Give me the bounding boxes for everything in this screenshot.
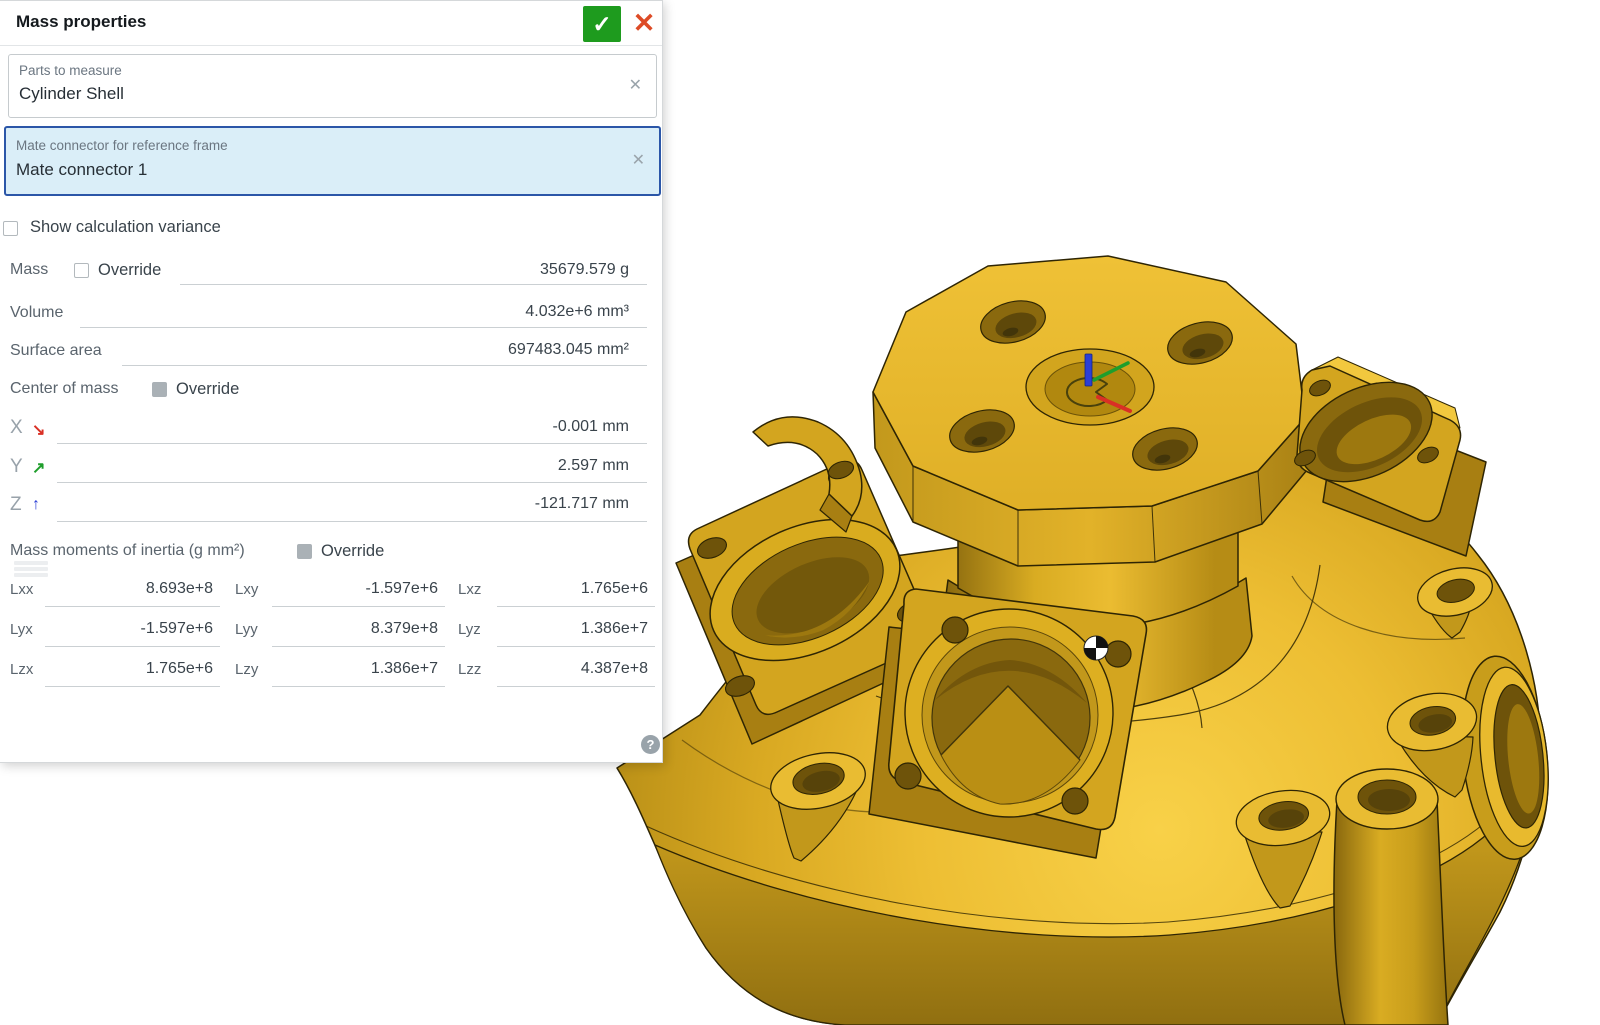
volume-value: 4.032e+6 mm³: [80, 303, 629, 321]
x-value: -0.001 mm: [57, 418, 629, 436]
com-override-label: Override: [176, 380, 239, 399]
com-override-checkbox: [152, 382, 167, 397]
mass-override-checkbox[interactable]: [74, 263, 89, 278]
lzx-label: Lzx: [10, 661, 33, 678]
dialog-header: Mass properties ✓ ✕: [0, 1, 662, 46]
top-plate[interactable]: [873, 256, 1307, 566]
clear-mate-icon[interactable]: ✕: [632, 150, 645, 170]
accept-button[interactable]: ✓: [583, 6, 621, 42]
z-axis-label: Z: [10, 494, 22, 516]
dialog-title: Mass properties: [16, 12, 146, 32]
part-cylinder-shell[interactable]: [617, 256, 1557, 1025]
surface-area-value: 697483.045 mm²: [122, 341, 629, 359]
show-variance-checkbox[interactable]: [3, 221, 18, 236]
lyz-label: Lyz: [458, 621, 481, 638]
lxy-label: Lxy: [235, 581, 258, 598]
lyx-value: -1.597e+6: [45, 620, 213, 638]
z-axis-arrow-icon: ↑: [32, 496, 40, 514]
inertia-override-label: Override: [321, 542, 384, 561]
y-axis-arrow-icon: ↗: [32, 458, 45, 478]
y-value: 2.597 mm: [57, 457, 629, 475]
checkmark-icon: ✓: [592, 11, 611, 37]
mass-properties-dialog: Mass properties ✓ ✕ Parts to measure Cyl…: [0, 0, 663, 763]
lzz-value: 4.387e+8: [497, 660, 648, 678]
lxx-value: 8.693e+8: [45, 580, 213, 598]
pipe-lug[interactable]: [1334, 769, 1448, 1025]
lxz-value: 1.765e+6: [497, 580, 648, 598]
inertia-override-checkbox: [297, 544, 312, 559]
y-axis-label: Y: [10, 456, 23, 478]
center-of-mass-marker: [1084, 636, 1108, 660]
mass-value: 35679.579 g: [180, 261, 629, 279]
mate-field-label: Mate connector for reference frame: [16, 138, 228, 153]
flange-front[interactable]: [869, 589, 1146, 858]
parts-field-label: Parts to measure: [19, 63, 122, 78]
x-axis-arrow-icon: ↘: [32, 420, 45, 440]
triad-z-axis: [1085, 354, 1092, 386]
parts-to-measure-field[interactable]: Parts to measure Cylinder Shell ✕: [8, 54, 657, 118]
mass-override-label: Override: [98, 261, 161, 280]
lzy-value: 1.386e+7: [272, 660, 438, 678]
z-value: -121.717 mm: [57, 495, 629, 513]
app-window: Mass properties ✓ ✕ Parts to measure Cyl…: [0, 0, 1600, 1025]
lzy-label: Lzy: [235, 661, 258, 678]
lxx-label: Lxx: [10, 581, 33, 598]
mate-field-value[interactable]: Mate connector 1: [16, 160, 147, 180]
lxy-value: -1.597e+6: [272, 580, 438, 598]
lyy-label: Lyy: [235, 621, 258, 638]
close-button[interactable]: ✕: [628, 7, 660, 39]
volume-label: Volume: [10, 304, 63, 322]
mass-label: Mass: [10, 261, 48, 279]
show-variance-label: Show calculation variance: [30, 218, 221, 237]
mate-connector-field[interactable]: Mate connector for reference frame Mate …: [4, 126, 661, 196]
lzz-label: Lzz: [458, 661, 481, 678]
help-icon[interactable]: ?: [641, 735, 660, 754]
surface-area-label: Surface area: [10, 342, 102, 360]
close-icon: ✕: [633, 8, 656, 38]
lyz-value: 1.386e+7: [497, 620, 648, 638]
inertia-label: Mass moments of inertia (g mm²): [10, 542, 245, 560]
x-axis-label: X: [10, 417, 23, 439]
parts-field-value[interactable]: Cylinder Shell: [19, 84, 124, 104]
center-of-mass-label: Center of mass: [10, 380, 118, 398]
clear-parts-icon[interactable]: ✕: [629, 75, 642, 95]
mass-underline: [180, 284, 647, 285]
lyx-label: Lyx: [10, 621, 33, 638]
lyy-value: 8.379e+8: [272, 620, 438, 638]
lxz-label: Lxz: [458, 581, 481, 598]
lzx-value: 1.765e+6: [45, 660, 213, 678]
